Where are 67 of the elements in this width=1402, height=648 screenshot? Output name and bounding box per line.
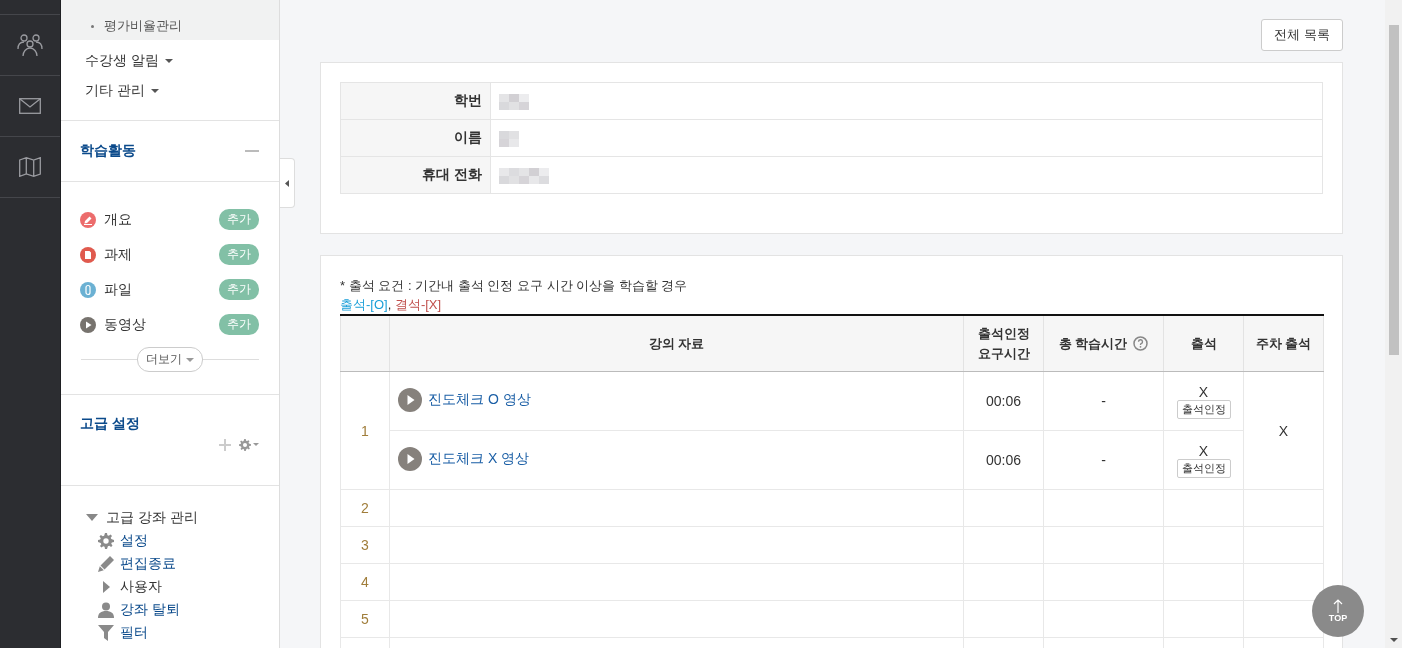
submenu-link[interactable]: 평가비율관리 (104, 18, 182, 33)
table-cell: - (1101, 452, 1106, 468)
tree-node[interactable]: 사용자 (120, 577, 162, 596)
legend-text: 출석-[O], 결석-[X] (340, 296, 443, 314)
video-link[interactable]: 진도체크 O 영상 (398, 387, 531, 412)
approve-button[interactable]: 출석인정 (1176, 458, 1231, 478)
play-icon (398, 446, 422, 471)
menu-dropdown[interactable]: 수강생 알림 (85, 52, 159, 70)
tree-node[interactable]: 고급 강좌 관리 (106, 508, 198, 527)
caret-right-icon[interactable] (102, 580, 110, 593)
list-button[interactable]: 전체 목록 (1261, 19, 1343, 51)
person-icon (98, 601, 114, 618)
scrollbar-thumb[interactable] (1389, 25, 1399, 355)
requirement-note: * 출석 요건 : 기간내 출석 인정 요구 시간 이상을 학습할 경우 (340, 277, 689, 295)
video-link[interactable]: 진도체크 X 영상 (398, 446, 530, 471)
column-header: 주차 출석 (1255, 335, 1312, 351)
gear-icon[interactable] (239, 439, 259, 451)
tree-link[interactable]: 필터 (120, 623, 148, 642)
column-header: 강의 자료 (648, 335, 705, 351)
activity-link[interactable]: 개요 (104, 210, 211, 229)
scroll-down-icon[interactable] (1390, 638, 1398, 642)
week-attendance-mark: X (1278, 422, 1289, 439)
caret-down-icon[interactable] (86, 514, 98, 521)
week-number: 1 (361, 422, 369, 439)
activity-link[interactable]: 동영상 (104, 315, 211, 334)
arrow-up-icon (1333, 599, 1343, 613)
blurred-value (499, 130, 519, 147)
people-icon[interactable] (17, 33, 43, 57)
play-icon (398, 387, 422, 412)
attendance-mark: X (1197, 442, 1210, 459)
mail-icon[interactable] (19, 98, 41, 114)
sidebar-toggle[interactable] (280, 158, 295, 208)
column-header: 총 학습시간 (1058, 334, 1128, 353)
table-cell: 00:06 (985, 393, 1021, 409)
caret-icon (150, 89, 159, 93)
blurred-value (499, 167, 549, 184)
section-title: 고급 설정 (80, 415, 141, 433)
field-label: 학번 (340, 82, 491, 120)
column-header: 출석 (1190, 335, 1217, 351)
attendance-mark: X (1197, 383, 1210, 400)
more-button[interactable]: 더보기 (137, 347, 203, 372)
approve-button[interactable]: 출석인정 (1176, 399, 1231, 419)
field-label: 이름 (340, 119, 491, 157)
caret-left-icon (285, 179, 289, 187)
activity-link[interactable]: 과제 (104, 245, 211, 264)
activity-link[interactable]: 파일 (104, 280, 211, 299)
blurred-value (499, 93, 529, 110)
week-number: 3 (361, 537, 369, 553)
field-label: 휴대 전화 (340, 156, 491, 194)
tree-link[interactable]: 강좌 탈퇴 (120, 600, 180, 619)
section-title: 학습활동 (80, 142, 136, 160)
menu-dropdown[interactable]: 기타 관리 (85, 82, 145, 100)
tree-link[interactable]: 편집종료 (120, 554, 176, 573)
help-icon[interactable] (1133, 336, 1149, 351)
column-header: 출석인정 요구시간 (977, 325, 1030, 361)
pencil-icon (98, 555, 114, 572)
bullet-icon (91, 24, 94, 28)
filter-icon (98, 624, 114, 641)
caret-icon (164, 59, 173, 63)
week-number: 5 (361, 611, 369, 627)
gear-icon (98, 532, 114, 549)
week-number: 2 (361, 500, 369, 516)
table-cell: - (1101, 393, 1106, 409)
week-number: 4 (361, 574, 369, 590)
tree-link[interactable]: 설정 (120, 531, 148, 550)
table-cell: 00:06 (985, 452, 1021, 468)
map-icon[interactable] (19, 157, 41, 177)
